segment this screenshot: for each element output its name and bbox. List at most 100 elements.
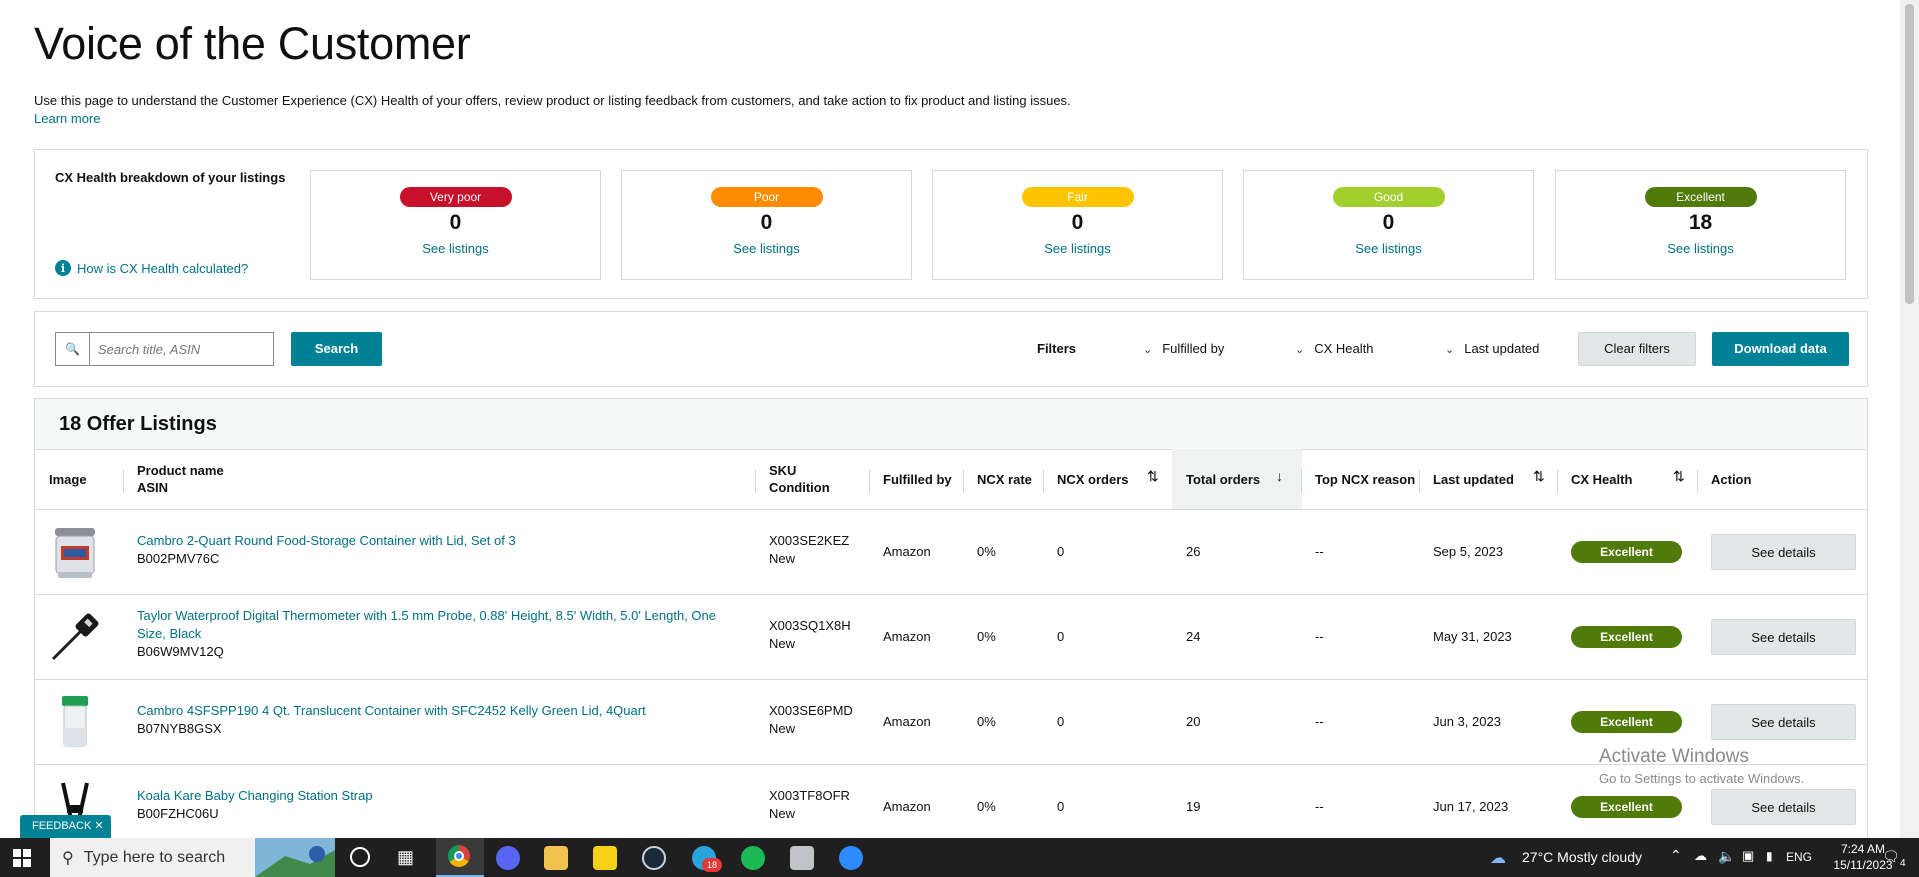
see-listings-link[interactable]: See listings	[1244, 241, 1533, 256]
health-count: 0	[760, 211, 773, 234]
network-icon[interactable]: ▣	[1742, 848, 1754, 864]
taskbar-search-placeholder: Type here to search	[83, 848, 226, 866]
cx-health-label: CX Health	[1314, 341, 1374, 356]
col-ncx-orders[interactable]: NCX orders	[1057, 449, 1129, 509]
volume-icon[interactable]: 🔈	[1718, 848, 1735, 865]
sort-icon[interactable]: ⇅	[1533, 468, 1545, 485]
zalo-icon[interactable]	[839, 846, 863, 870]
chevron-down-icon: ⌄	[1445, 344, 1455, 356]
language-indicator[interactable]: ENG	[1786, 850, 1812, 864]
weather-text[interactable]: 27°C Mostly cloudy	[1522, 849, 1642, 865]
product-name-link[interactable]: Koala Kare Baby Changing Station Strap	[137, 787, 737, 805]
seller-central-page: Voice of the Customer Use this page to u…	[0, 0, 1900, 838]
steam-icon[interactable]	[642, 846, 666, 870]
product-name-link[interactable]: Cambro 2-Quart Round Food-Storage Contai…	[137, 532, 737, 550]
chevron-up-icon[interactable]: ⌃	[1670, 847, 1682, 864]
cx-health-dropdown[interactable]: ⌄ CX Health	[1295, 341, 1373, 356]
task-view-icon[interactable]: ▦	[397, 847, 414, 868]
cortana-icon[interactable]	[350, 847, 370, 867]
sort-icon[interactable]: ⇅	[1673, 468, 1685, 485]
product-name-link[interactable]: Cambro 4SFSPP190 4 Qt. Translucent Conta…	[137, 702, 737, 720]
ncx-orders: 0	[1057, 799, 1065, 814]
health-card-very-poor: Very poor 0 See listings	[310, 170, 601, 280]
total-orders: 24	[1186, 629, 1201, 644]
top-ncx-reason: --	[1315, 629, 1324, 644]
col-image: Image	[49, 471, 87, 487]
listings-title: 18 Offer Listings	[59, 413, 217, 435]
weather-icon[interactable]: ☁	[1490, 848, 1506, 868]
col-action: Action	[1711, 471, 1752, 487]
notification-icon[interactable]: 🗨	[1882, 848, 1900, 865]
cx-health-badge: Excellent	[1571, 541, 1682, 563]
page-title: Voice of the Customer	[34, 18, 471, 69]
page-scrollbar[interactable]	[1900, 0, 1919, 838]
ncx-orders: 0	[1057, 544, 1065, 559]
health-card-poor: Poor 0 See listings	[621, 170, 912, 280]
last-updated-dropdown[interactable]: ⌄ Last updated	[1445, 341, 1539, 356]
offer-listings-panel: 18 Offer Listings Image Product name ASIN…	[34, 398, 1868, 838]
see-details-button[interactable]: See details	[1711, 789, 1856, 825]
activate-windows-subtitle: Go to Settings to activate Windows.	[1599, 771, 1805, 786]
see-listings-link[interactable]: See listings	[622, 241, 911, 256]
product-name-link[interactable]: Taylor Waterproof Digital Thermometer wi…	[137, 607, 737, 643]
download-data-button[interactable]: Download data	[1712, 332, 1849, 366]
top-ncx-reason: --	[1315, 714, 1324, 729]
fulfilled-by: Amazon	[883, 544, 931, 559]
sticky-notes-icon[interactable]	[593, 846, 617, 870]
col-fulfilled: Fulfilled by	[883, 471, 952, 487]
fulfilled-by-dropdown[interactable]: ⌄ Fulfilled by	[1143, 341, 1224, 356]
table-row: Koala Kare Baby Changing Station Strap B…	[35, 765, 1867, 838]
taskbar-search-box[interactable]: ⚲ Type here to search	[50, 838, 335, 877]
health-pill: Poor	[710, 187, 823, 207]
cx-health-badge: Excellent	[1571, 796, 1682, 818]
asin: B00FZHC06U	[137, 806, 219, 821]
col-cx-health[interactable]: CX Health	[1571, 449, 1632, 509]
see-listings-link[interactable]: See listings	[311, 241, 600, 256]
col-product: Product name ASIN	[137, 449, 224, 509]
col-total-orders[interactable]: Total orders	[1186, 449, 1260, 509]
scrollbar-thumb[interactable]	[1905, 4, 1914, 304]
column-divider	[755, 469, 756, 493]
battery-icon[interactable]: ▮	[1766, 849, 1773, 863]
see-details-button[interactable]: See details	[1711, 704, 1856, 740]
see-details-button[interactable]: See details	[1711, 534, 1856, 570]
see-details-button[interactable]: See details	[1711, 619, 1856, 655]
cx-health-breakdown: CX Health breakdown of your listings i H…	[34, 149, 1868, 299]
see-listings-link[interactable]: See listings	[1556, 241, 1845, 256]
spotify-icon[interactable]	[741, 846, 765, 870]
windows-start-icon[interactable]	[13, 849, 31, 867]
sort-icon[interactable]: ⇅	[1147, 468, 1159, 485]
column-divider	[1419, 469, 1420, 493]
search-box: 🔍	[55, 332, 274, 366]
see-listings-link[interactable]: See listings	[933, 241, 1222, 256]
feedback-tab[interactable]: FEEDBACK ✕	[20, 815, 111, 838]
fulfilled-by: Amazon	[883, 629, 931, 644]
ncx-orders: 0	[1057, 629, 1065, 644]
col-condition-label: Condition	[769, 480, 830, 495]
col-ncx-rate: NCX rate	[977, 471, 1032, 487]
ncx-rate: 0%	[977, 544, 996, 559]
last-updated-label: Last updated	[1464, 341, 1540, 356]
search-button[interactable]: Search	[291, 332, 382, 366]
ncx-rate: 0%	[977, 629, 996, 644]
search-input[interactable]	[90, 333, 273, 365]
total-orders: 19	[1186, 799, 1201, 814]
file-explorer-icon[interactable]	[544, 846, 568, 870]
close-icon[interactable]: ✕	[94, 820, 103, 832]
discord-icon[interactable]	[496, 846, 520, 870]
last-updated: Jun 3, 2023	[1433, 714, 1501, 729]
chrome-taskbar-button[interactable]	[436, 838, 484, 877]
learn-more-link[interactable]: Learn more	[34, 111, 100, 126]
activate-windows-watermark: Activate Windows Go to Settings to activ…	[1599, 746, 1804, 786]
search-icon: 🔍	[56, 333, 90, 365]
sort-desc-icon[interactable]: ↓	[1276, 468, 1283, 484]
clear-filters-button[interactable]: Clear filters	[1578, 332, 1696, 366]
condition: New	[769, 806, 796, 821]
calculator-icon[interactable]	[790, 846, 814, 870]
health-count: 0	[449, 211, 462, 234]
col-last-updated[interactable]: Last updated	[1433, 449, 1514, 509]
onedrive-icon[interactable]: ☁	[1694, 848, 1707, 864]
table-row: Cambro 4SFSPP190 4 Qt. Translucent Conta…	[35, 680, 1867, 765]
cx-health-help-link[interactable]: i How is CX Health calculated?	[55, 260, 248, 276]
ncx-rate: 0%	[977, 799, 996, 814]
